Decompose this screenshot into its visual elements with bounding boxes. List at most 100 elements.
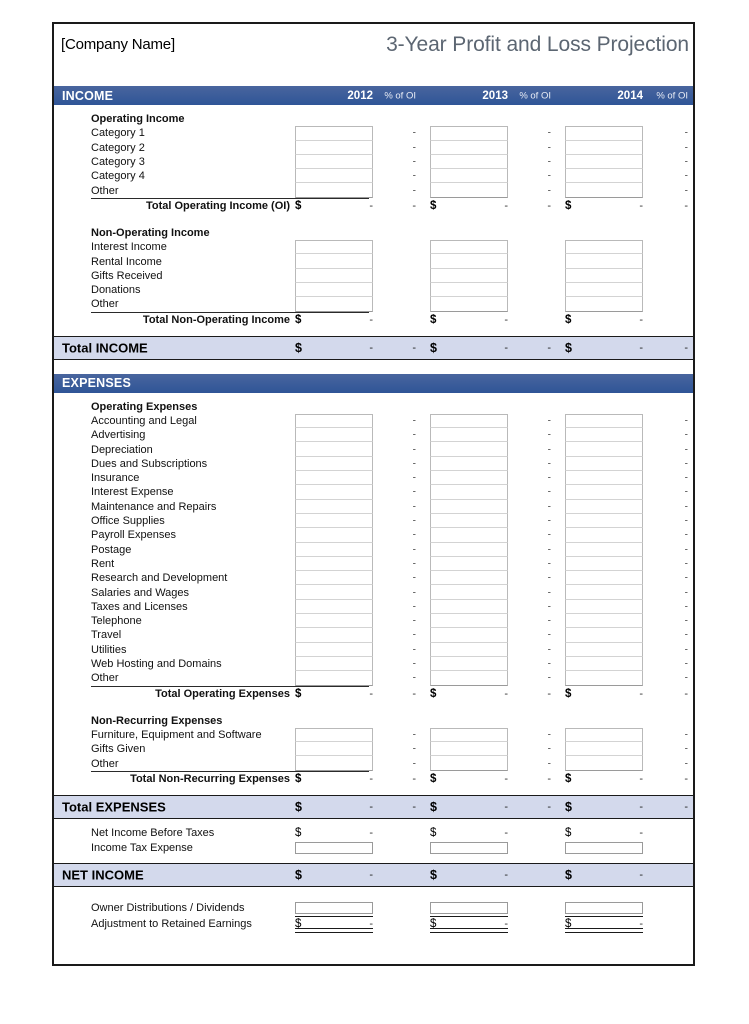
amount-input-y3[interactable]: [565, 585, 643, 600]
amount-input-y1[interactable]: [295, 485, 373, 500]
amount-input-y2[interactable]: [430, 140, 508, 155]
amount-input-y3[interactable]: [565, 471, 643, 486]
amount-input-y2[interactable]: [430, 542, 508, 557]
amount-input-y3[interactable]: [565, 513, 643, 529]
amount-input-y1[interactable]: [295, 183, 373, 198]
amount-input-y2[interactable]: [430, 126, 508, 141]
amount-input-y2[interactable]: [430, 183, 508, 198]
amount-input-y3[interactable]: [565, 169, 643, 184]
amount-input-y3[interactable]: [565, 542, 643, 557]
amount-input-y2[interactable]: [430, 756, 508, 771]
amount-input-y2[interactable]: [430, 154, 508, 170]
amount-input-y1[interactable]: [295, 297, 373, 312]
amount-input-y1[interactable]: [295, 268, 373, 283]
amount-input-y2[interactable]: [430, 499, 508, 514]
amount-input-y1[interactable]: [295, 742, 373, 757]
amount-input-y3[interactable]: [565, 642, 643, 657]
amount-input-y3[interactable]: [565, 614, 643, 629]
amount-input-y2[interactable]: [430, 485, 508, 500]
amount-input-y1[interactable]: [295, 671, 373, 686]
amount-input-y1[interactable]: [295, 126, 373, 141]
amount-input-y3[interactable]: [565, 499, 643, 514]
amount-input-y1[interactable]: [295, 282, 373, 298]
amount-input-y3[interactable]: [565, 528, 643, 543]
amount-input-y2[interactable]: [430, 268, 508, 283]
amount-input-y2[interactable]: [430, 727, 508, 743]
amount-input-y2[interactable]: [430, 528, 508, 543]
amount-input-y3[interactable]: [565, 485, 643, 500]
amount-input-y2[interactable]: [430, 297, 508, 312]
amount-input-y1[interactable]: [295, 727, 373, 743]
amount-input-y1[interactable]: [295, 456, 373, 472]
amount-input-y3[interactable]: [565, 628, 643, 643]
amount-input-y2[interactable]: [430, 742, 508, 757]
amount-input-y3[interactable]: [565, 154, 643, 170]
amount-input-y1[interactable]: [295, 599, 373, 615]
amount-input-y1[interactable]: [295, 614, 373, 629]
amount-input-y3[interactable]: [565, 282, 643, 298]
amount-input-y2[interactable]: [430, 656, 508, 672]
amount-input-y3[interactable]: [565, 456, 643, 472]
amount-input-y3[interactable]: [565, 254, 643, 269]
amount-input-y1[interactable]: [295, 499, 373, 514]
amount-input-y1[interactable]: [295, 513, 373, 529]
amount-input-y2[interactable]: [430, 513, 508, 529]
amount-input-y2[interactable]: [430, 428, 508, 443]
amount-input-y1[interactable]: [295, 656, 373, 672]
amount-input-y3[interactable]: [565, 599, 643, 615]
amount-input-y3[interactable]: [565, 428, 643, 443]
amount-input-y3[interactable]: [565, 268, 643, 283]
amount-input-y3[interactable]: [565, 183, 643, 198]
amount-input-y1[interactable]: [295, 154, 373, 170]
amount-input-y1[interactable]: [295, 528, 373, 543]
amount-input-y2[interactable]: [430, 614, 508, 629]
amount-input-y2[interactable]: [430, 628, 508, 643]
amount-input-y1[interactable]: [295, 413, 373, 429]
amount-input-y2[interactable]: [430, 556, 508, 572]
amount-input-y1[interactable]: [295, 756, 373, 771]
amount-input-y3[interactable]: [565, 727, 643, 743]
amount-input-y1[interactable]: [295, 571, 373, 586]
amount-input-y1[interactable]: [295, 542, 373, 557]
amount-input-y3[interactable]: [565, 656, 643, 672]
amount-input-y2[interactable]: [430, 169, 508, 184]
amount-input-y1[interactable]: [295, 585, 373, 600]
amount-input-y3[interactable]: [565, 297, 643, 312]
amount-input-y3[interactable]: [565, 742, 643, 757]
company-name-field[interactable]: [Company Name]: [61, 36, 175, 53]
amount-input-y2[interactable]: [430, 254, 508, 269]
amount-input-y1[interactable]: [295, 140, 373, 155]
amount-input-y2[interactable]: [430, 413, 508, 429]
amount-input-y2[interactable]: [430, 642, 508, 657]
amount-input-y1[interactable]: [295, 556, 373, 572]
amount-input-y3[interactable]: [565, 571, 643, 586]
income-tax-input-y2[interactable]: [430, 841, 508, 854]
amount-input-y2[interactable]: [430, 571, 508, 586]
amount-input-y1[interactable]: [295, 428, 373, 443]
amount-input-y3[interactable]: [565, 413, 643, 429]
owner-distributions-input-y3[interactable]: [565, 901, 643, 914]
owner-distributions-input-y1[interactable]: [295, 901, 373, 914]
amount-input-y1[interactable]: [295, 442, 373, 457]
amount-input-y1[interactable]: [295, 642, 373, 657]
amount-input-y3[interactable]: [565, 240, 643, 255]
amount-input-y2[interactable]: [430, 599, 508, 615]
amount-input-y1[interactable]: [295, 628, 373, 643]
amount-input-y2[interactable]: [430, 442, 508, 457]
amount-input-y3[interactable]: [565, 556, 643, 572]
amount-input-y1[interactable]: [295, 471, 373, 486]
amount-input-y3[interactable]: [565, 140, 643, 155]
amount-input-y2[interactable]: [430, 471, 508, 486]
income-tax-input-y3[interactable]: [565, 841, 643, 854]
amount-input-y2[interactable]: [430, 585, 508, 600]
owner-distributions-input-y2[interactable]: [430, 901, 508, 914]
amount-input-y1[interactable]: [295, 169, 373, 184]
amount-input-y1[interactable]: [295, 254, 373, 269]
amount-input-y3[interactable]: [565, 671, 643, 686]
amount-input-y2[interactable]: [430, 282, 508, 298]
amount-input-y3[interactable]: [565, 126, 643, 141]
income-tax-input-y1[interactable]: [295, 841, 373, 854]
amount-input-y3[interactable]: [565, 756, 643, 771]
amount-input-y2[interactable]: [430, 456, 508, 472]
amount-input-y3[interactable]: [565, 442, 643, 457]
